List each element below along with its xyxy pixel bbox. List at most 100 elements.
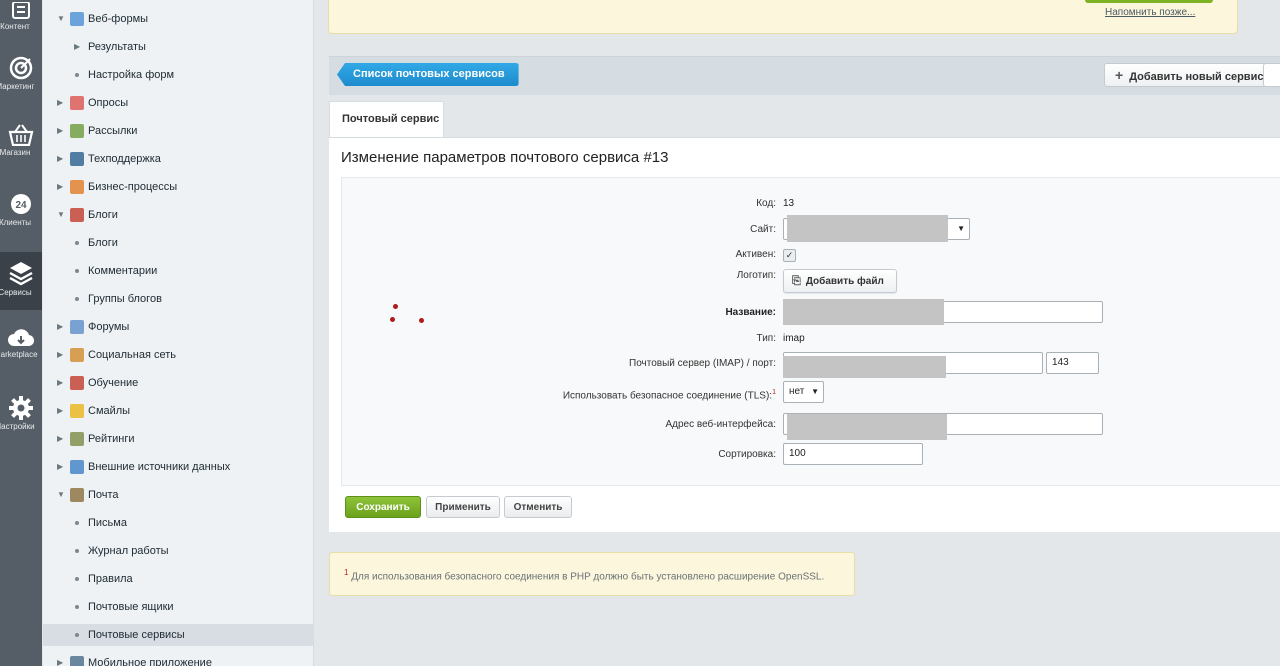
menu-item[interactable]: ▶ Рейтинги	[43, 428, 313, 450]
expand-right-icon[interactable]: ▶	[57, 120, 63, 142]
menu-item-label: Журнал работы	[88, 545, 169, 557]
edit-form: Код: 13 Сайт: ▼ Активен: ✓ Логотип: ⎘ Доб…	[341, 177, 1280, 486]
blog-icon	[70, 208, 84, 222]
notice-action-button[interactable]	[1085, 0, 1213, 3]
main-content: Напомнить позже... Список почтовых серви…	[314, 0, 1280, 666]
expand-right-icon[interactable]: ▶	[57, 148, 63, 170]
menu-item[interactable]: ▶ Техподдержка	[43, 148, 313, 170]
expand-right-icon[interactable]: ▶	[57, 652, 63, 666]
context-toolbar: Список почтовых сервисов + Добавить новый…	[329, 56, 1280, 95]
expand-right-icon[interactable]: ▶	[57, 372, 63, 394]
menu-item-label: Веб-формы	[88, 13, 149, 25]
rail-item-marketing[interactable]: Маркетинг	[0, 56, 42, 104]
learning-icon	[70, 376, 84, 390]
menu-item[interactable]: Почтовые ящики	[43, 596, 313, 618]
menu-item-label: Форумы	[88, 321, 130, 333]
menu-item[interactable]: Журнал работы	[43, 540, 313, 562]
expand-right-icon[interactable]: ▶	[57, 92, 63, 114]
rail-item-services[interactable]: Сервисы	[0, 252, 42, 310]
menu-item-label: Настройка форм	[88, 69, 175, 81]
menu-item[interactable]: Блоги	[43, 232, 313, 254]
menu-item[interactable]: ▶ Смайлы	[43, 400, 313, 422]
redacted-server	[783, 356, 946, 378]
menu-tree: ▼ Веб-формы ▶ Результаты Настройка форм ▶ Опро…	[43, 0, 314, 666]
expand-right-icon[interactable]: ▶	[57, 316, 63, 338]
menu-item-label: Блоги	[88, 209, 118, 221]
menu-item[interactable]: ▶ Опросы	[43, 92, 313, 114]
menu-item[interactable]: Настройка форм	[43, 64, 313, 86]
menu-item[interactable]: ▼ Блоги	[43, 204, 313, 226]
mailing-icon	[70, 124, 84, 138]
menu-item[interactable]: Группы блогов	[43, 288, 313, 310]
tab-mail-service[interactable]: Почтовый сервис	[329, 101, 444, 139]
rail-item-settings[interactable]: Настройки	[0, 396, 42, 438]
menu-item[interactable]: ▶ Бизнес-процессы	[43, 176, 313, 198]
remind-later-link[interactable]: Напомнить позже...	[1105, 7, 1195, 18]
tls-select[interactable]: нет ▼	[783, 381, 824, 403]
save-button[interactable]: Сохранить	[345, 496, 421, 518]
port-input[interactable]: 143	[1046, 352, 1099, 374]
expand-down-icon[interactable]: ▼	[57, 204, 65, 226]
menu-item[interactable]: ▼ Веб-формы	[43, 8, 313, 30]
rail-item-marketplace[interactable]: Marketplace	[0, 328, 42, 368]
bullet-icon	[75, 269, 79, 273]
admin-rail: Контент Маркетинг Магазин 24 Клиенты Сер…	[0, 0, 42, 666]
add-service-button[interactable]: + Добавить новый сервис	[1104, 63, 1277, 87]
top-notice: Напомнить позже...	[328, 0, 1238, 34]
headset-icon	[70, 152, 84, 166]
expand-right-icon[interactable]: ▶	[57, 400, 63, 422]
expand-right-icon[interactable]: ▶	[57, 456, 63, 478]
sort-label: Сортировка:	[718, 449, 776, 460]
redacted-name	[783, 299, 944, 325]
menu-item[interactable]: ▶ Форумы	[43, 316, 313, 338]
expand-right-icon[interactable]: ▶	[74, 36, 80, 58]
page-title: Изменение параметров почтового сервиса #…	[341, 149, 669, 166]
tls-label-text: Использовать безопасное соединение (TLS)…	[562, 390, 773, 402]
footnote-text-wrap: 1 Для использования безопасного соединен…	[344, 568, 824, 582]
menu-item[interactable]: ▼ Почта	[43, 484, 313, 506]
more-button[interactable]	[1263, 63, 1280, 87]
type-value: imap	[783, 333, 805, 344]
expand-right-icon[interactable]: ▶	[57, 176, 63, 198]
expand-right-icon[interactable]: ▶	[57, 344, 63, 366]
rail-label-services: Сервисы	[0, 288, 32, 297]
menu-item[interactable]: Правила	[43, 568, 313, 590]
name-label: Название:	[725, 307, 776, 318]
menu-item[interactable]: Комментарии	[43, 260, 313, 282]
menu-item[interactable]: Письма	[43, 512, 313, 534]
menu-item[interactable]: Почтовые сервисы	[43, 624, 313, 646]
sort-input[interactable]: 100	[783, 443, 923, 465]
rail-label-clients: Клиенты	[0, 218, 32, 227]
chevron-down-icon: ▼	[957, 224, 965, 233]
menu-item[interactable]: ▶ Результаты	[43, 36, 313, 58]
rail-item-clients[interactable]: 24 Клиенты	[0, 192, 42, 238]
add-service-label: Добавить новый сервис	[1129, 71, 1264, 83]
menu-item[interactable]: ▶ Внешние источники данных	[43, 456, 313, 478]
expand-right-icon[interactable]: ▶	[57, 428, 63, 450]
menu-item[interactable]: ▶ Социальная сеть	[43, 344, 313, 366]
add-file-label: Добавить файл	[805, 276, 884, 287]
expand-down-icon[interactable]: ▼	[57, 8, 65, 30]
rss-icon	[70, 460, 84, 474]
mobile-icon	[70, 656, 84, 666]
rail-item-shop[interactable]: Магазин	[0, 124, 42, 170]
redacted-site	[787, 215, 948, 242]
bullet-icon	[75, 577, 79, 581]
menu-item-label: Обучение	[88, 377, 139, 389]
active-label: Активен:	[735, 249, 776, 260]
active-checkbox[interactable]: ✓	[783, 249, 796, 262]
add-file-button[interactable]: ⎘ Добавить файл	[783, 269, 897, 293]
menu-item-label: Комментарии	[88, 265, 158, 277]
service-list-button[interactable]: Список почтовых сервисов	[337, 63, 519, 86]
menu-item[interactable]: ▶ Мобильное приложение	[43, 652, 313, 666]
basket-icon	[8, 124, 34, 146]
smile-icon	[70, 404, 84, 418]
menu-item[interactable]: ▶ Рассылки	[43, 120, 313, 142]
menu-item[interactable]: ▶ Обучение	[43, 372, 313, 394]
rail-item-content[interactable]: Контент	[0, 0, 42, 40]
tls-value: нет	[789, 386, 805, 397]
expand-down-icon[interactable]: ▼	[57, 484, 65, 506]
apply-button[interactable]: Применить	[426, 496, 500, 518]
edit-panel: Изменение параметров почтового сервиса #…	[329, 137, 1280, 532]
cancel-button[interactable]: Отменить	[504, 496, 572, 518]
